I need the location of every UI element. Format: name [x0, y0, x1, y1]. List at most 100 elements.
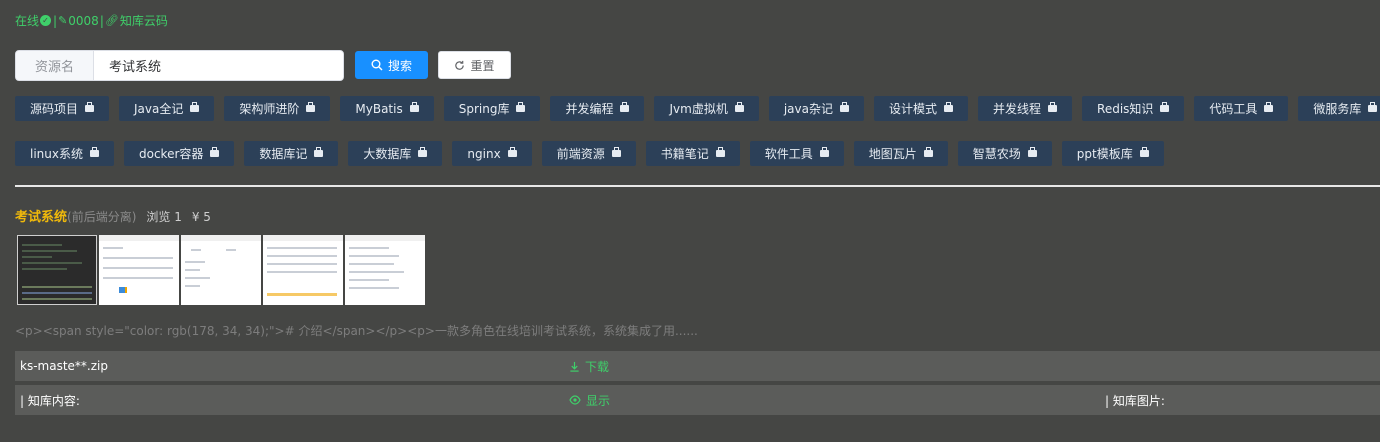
file-row: ks-maste**.zip 下载 — [15, 351, 1380, 381]
category-tag[interactable]: 前端资源 — [541, 141, 636, 166]
content-row: | 知库内容: 显示 | 知库图片: — [15, 385, 1380, 415]
category-tag[interactable]: 代码工具 — [1194, 96, 1289, 121]
briefcase-icon — [314, 147, 324, 157]
download-label: 下载 — [585, 359, 610, 374]
category-tag[interactable]: 书籍笔记 — [645, 141, 740, 166]
screenshot-thumbnails — [17, 235, 425, 305]
tag-label: linux系统 — [30, 147, 83, 161]
tag-label: 源码项目 — [30, 102, 79, 116]
result-summary: <p><span style="color: rgb(178, 34, 34);… — [15, 324, 698, 338]
result-title-link[interactable]: 考试系统 — [15, 206, 67, 225]
image-label: | 知库图片: — [1105, 393, 1165, 408]
reset-button-label: 重置 — [470, 58, 495, 73]
thumbnail-image[interactable] — [263, 235, 343, 305]
tag-label: 软件工具 — [764, 147, 813, 161]
search-bar: 资源名 — [15, 50, 344, 81]
category-tag[interactable]: 微服务库 — [1298, 96, 1380, 121]
briefcase-icon — [1264, 102, 1274, 112]
category-tag[interactable]: docker容器 — [123, 141, 235, 166]
status-code: 0008 — [68, 13, 99, 28]
briefcase-icon — [89, 147, 99, 157]
download-link[interactable]: 下载 — [569, 358, 609, 375]
refresh-icon — [455, 60, 465, 70]
thumbnail-image[interactable] — [99, 235, 179, 305]
category-tag[interactable]: 设计模式 — [873, 96, 968, 121]
briefcase-icon — [306, 102, 316, 112]
result-subtitle: (前后端分离) — [67, 210, 137, 224]
status-bar: 在线 ✓ | ✎ 0008 | 🔗︎ 知库云码 — [15, 12, 168, 29]
category-tag[interactable]: 源码项目 — [15, 96, 110, 121]
briefcase-icon — [1027, 147, 1037, 157]
category-tag[interactable]: Spring库 — [443, 96, 541, 121]
search-input[interactable] — [94, 51, 343, 80]
tag-label: 书籍笔记 — [660, 147, 709, 161]
briefcase-icon — [507, 147, 517, 157]
briefcase-icon — [923, 147, 933, 157]
tag-label: 架构师进阶 — [239, 102, 300, 116]
section-divider — [15, 185, 1380, 187]
edit-icon: ✎ — [58, 14, 68, 27]
tag-label: 地图瓦片 — [868, 147, 917, 161]
category-tag[interactable]: ppt模板库 — [1061, 141, 1164, 166]
category-tag[interactable]: 架构师进阶 — [224, 96, 331, 121]
briefcase-icon — [85, 102, 95, 112]
briefcase-icon — [734, 102, 744, 112]
tag-label: 并发线程 — [993, 102, 1042, 116]
category-tag[interactable]: nginx — [452, 141, 532, 166]
category-tag[interactable]: 数据库记 — [244, 141, 339, 166]
search-prefix-label: 资源名 — [16, 51, 94, 80]
status-separator-2: | — [99, 13, 104, 28]
file-name: ks-maste**.zip — [20, 359, 108, 373]
status-separator: | — [53, 13, 58, 28]
tag-label: java杂记 — [783, 102, 833, 116]
briefcase-icon — [210, 147, 220, 157]
tag-label: 设计模式 — [888, 102, 937, 116]
category-tag[interactable]: linux系统 — [15, 141, 114, 166]
check-circle-icon: ✓ — [40, 15, 52, 26]
tag-label: Java全记 — [134, 102, 184, 116]
briefcase-icon — [418, 147, 428, 157]
download-icon — [570, 361, 579, 372]
briefcase-icon — [819, 147, 829, 157]
show-label: 显示 — [586, 393, 611, 408]
thumbnail-image[interactable] — [17, 235, 97, 305]
briefcase-icon — [1368, 102, 1378, 112]
briefcase-icon — [620, 102, 630, 112]
category-tag[interactable]: 地图瓦片 — [853, 141, 948, 166]
search-button[interactable]: 搜索 — [355, 51, 428, 79]
search-icon — [371, 59, 383, 71]
price: ¥ 5 — [191, 210, 211, 224]
category-tag[interactable]: Redis知识 — [1082, 96, 1185, 121]
category-tag[interactable]: 并发线程 — [978, 96, 1073, 121]
briefcase-icon — [516, 102, 526, 112]
category-tag[interactable]: 软件工具 — [749, 141, 844, 166]
thumbnail-image[interactable] — [345, 235, 425, 305]
search-button-label: 搜索 — [387, 58, 412, 73]
category-tag[interactable]: 并发编程 — [550, 96, 645, 121]
tag-label: 大数据库 — [363, 147, 412, 161]
tag-label: docker容器 — [138, 147, 204, 161]
category-tag[interactable]: java杂记 — [768, 96, 864, 121]
tag-label: Spring库 — [458, 102, 510, 116]
briefcase-icon — [611, 147, 621, 157]
link-icon: 🔗︎ — [104, 14, 119, 27]
category-tags-row-2: linux系统 docker容器 数据库记 大数据库 nginx 前端资源 书籍… — [15, 141, 1164, 166]
online-label: 在线 — [15, 14, 40, 28]
category-tag[interactable]: 智慧农场 — [957, 141, 1052, 166]
tag-label: 代码工具 — [1209, 102, 1258, 116]
category-tag[interactable]: MyBatis — [340, 96, 434, 121]
reset-button[interactable]: 重置 — [438, 51, 511, 79]
show-content-link[interactable]: 显示 — [569, 392, 610, 409]
site-name-link[interactable]: 知库云码 — [120, 12, 168, 29]
category-tag[interactable]: Java全记 — [119, 96, 215, 121]
briefcase-icon — [715, 147, 725, 157]
result-header: 考试系统 (前后端分离) 浏览 1 ¥ 5 — [15, 206, 211, 225]
eye-icon — [569, 395, 581, 405]
category-tag[interactable]: Jvm虚拟机 — [654, 96, 759, 121]
tag-label: MyBatis — [355, 101, 403, 116]
briefcase-icon — [1139, 147, 1149, 157]
thumbnail-image[interactable] — [181, 235, 261, 305]
briefcase-icon — [409, 102, 419, 112]
tag-label: ppt模板库 — [1076, 147, 1133, 161]
category-tag[interactable]: 大数据库 — [348, 141, 443, 166]
